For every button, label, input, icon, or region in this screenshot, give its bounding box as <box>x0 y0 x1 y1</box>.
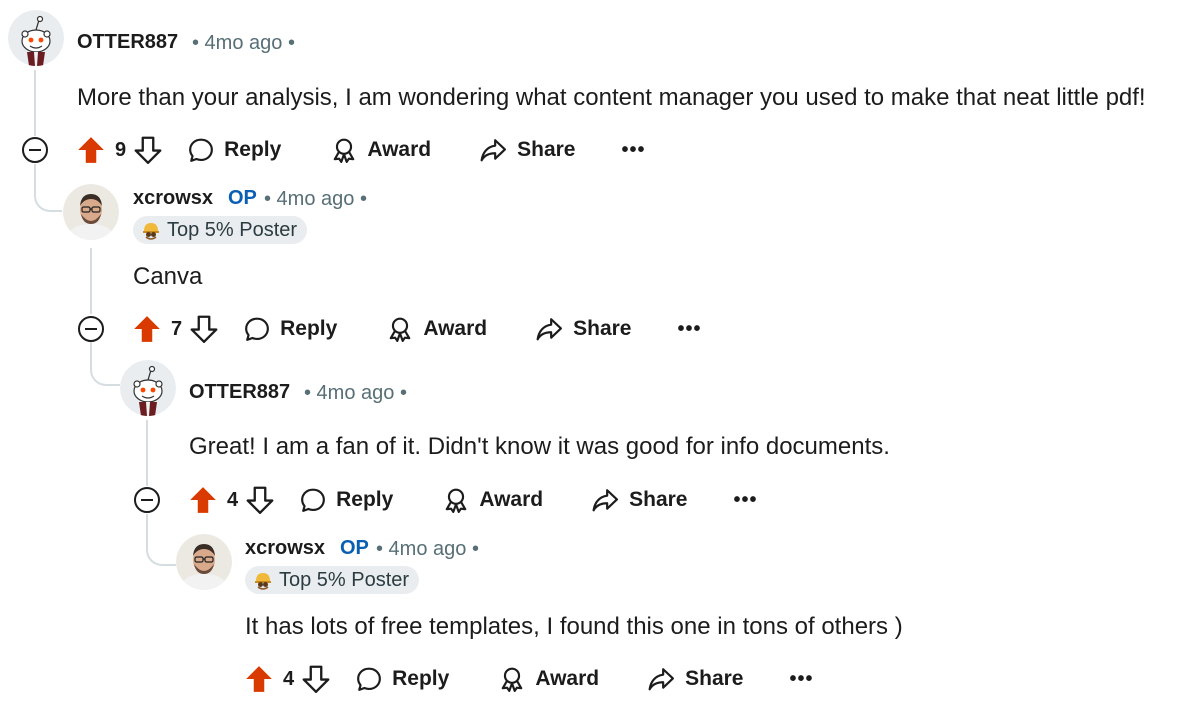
award-icon <box>446 488 467 513</box>
collapse-thread-button[interactable] <box>22 137 48 163</box>
award-button[interactable]: Award <box>387 316 487 342</box>
reply-button[interactable]: Reply <box>244 316 337 342</box>
share-label: Share <box>517 138 576 161</box>
user-flair: Top 5% Poster <box>245 566 420 594</box>
downvote-icon[interactable] <box>190 315 218 343</box>
reply-icon <box>189 138 214 162</box>
comment-body: Great! I am a fan of it. Didn't know it … <box>189 433 890 460</box>
reply-label: Reply <box>336 488 394 511</box>
reply-button[interactable]: Reply <box>188 137 281 163</box>
comment-timestamp[interactable]: • 4mo ago • <box>264 188 367 211</box>
vote-count: 4 <box>283 667 295 690</box>
share-icon <box>480 139 507 162</box>
reply-icon <box>301 488 326 512</box>
award-button[interactable]: Award <box>499 666 599 692</box>
snoo-avatar-icon[interactable] <box>8 10 64 66</box>
comment-timestamp[interactable]: • 4mo ago • <box>192 32 295 55</box>
op-badge: OP <box>228 187 257 209</box>
comment-body: It has lots of free templates, I found t… <box>245 613 903 640</box>
share-label: Share <box>685 667 744 690</box>
award-icon <box>502 667 523 692</box>
reply-icon <box>357 667 382 691</box>
comment-actions: 4 Reply Award Share ••• <box>245 661 814 697</box>
award-icon <box>334 138 355 163</box>
award-label: Award <box>367 138 432 161</box>
thread-connector <box>90 342 120 386</box>
thread-line <box>90 248 92 314</box>
award-label: Award <box>535 667 600 690</box>
share-icon <box>592 489 619 512</box>
upvote-icon[interactable] <box>189 486 217 514</box>
reply-label: Reply <box>224 138 282 161</box>
share-label: Share <box>573 317 632 340</box>
collapse-thread-button[interactable] <box>134 487 160 513</box>
comment-body: More than your analysis, I am wondering … <box>77 84 1146 111</box>
reply-label: Reply <box>280 317 338 340</box>
more-options-button[interactable]: ••• <box>678 318 702 341</box>
award-icon <box>390 317 411 342</box>
vote-count: 4 <box>227 488 239 511</box>
award-label: Award <box>479 488 544 511</box>
reply-button[interactable]: Reply <box>300 487 393 513</box>
thread-line <box>34 70 36 136</box>
award-button[interactable]: Award <box>443 487 543 513</box>
comment-actions: 4 Reply Award Share ••• <box>189 482 758 518</box>
comment-body: Canva <box>133 263 203 290</box>
more-options-button[interactable]: ••• <box>734 489 758 512</box>
comment-actions: 9 Reply Award Share ••• <box>77 132 646 168</box>
share-button[interactable]: Share <box>647 666 744 692</box>
flair-label: Top 5% Poster <box>279 568 410 591</box>
user-photo-avatar[interactable] <box>63 184 119 240</box>
downvote-icon[interactable] <box>134 136 162 164</box>
comment-timestamp[interactable]: • 4mo ago • <box>376 538 479 561</box>
collapse-thread-button[interactable] <box>78 316 104 342</box>
thread-connector <box>34 164 62 212</box>
comment-author[interactable]: OTTER887 <box>77 31 178 54</box>
flair-icon <box>254 572 272 590</box>
reply-icon <box>245 317 270 341</box>
vote-count: 7 <box>171 317 183 340</box>
snoo-avatar-icon[interactable] <box>120 360 176 416</box>
comment-author[interactable]: OTTER887 <box>189 381 290 404</box>
more-options-button[interactable]: ••• <box>790 668 814 691</box>
downvote-icon[interactable] <box>246 486 274 514</box>
reply-button[interactable]: Reply <box>356 666 449 692</box>
award-button[interactable]: Award <box>331 137 431 163</box>
share-button[interactable]: Share <box>479 137 576 163</box>
user-photo-avatar[interactable] <box>176 534 232 590</box>
upvote-icon[interactable] <box>133 315 161 343</box>
comment-actions: 7 Reply Award Share ••• <box>133 311 702 347</box>
thread-line <box>146 420 148 486</box>
flair-label: Top 5% Poster <box>167 218 298 241</box>
share-button[interactable]: Share <box>535 316 632 342</box>
share-label: Share <box>629 488 688 511</box>
upvote-icon[interactable] <box>245 665 273 693</box>
share-icon <box>536 318 563 341</box>
share-button[interactable]: Share <box>591 487 688 513</box>
reply-label: Reply <box>392 667 450 690</box>
flair-icon <box>142 222 160 240</box>
share-icon <box>648 668 675 691</box>
thread-connector <box>146 514 176 566</box>
op-badge: OP <box>340 537 369 559</box>
vote-count: 9 <box>115 138 127 161</box>
upvote-icon[interactable] <box>77 136 105 164</box>
award-label: Award <box>423 317 488 340</box>
comment-timestamp[interactable]: • 4mo ago • <box>304 382 407 405</box>
comment-author[interactable]: xcrowsx <box>133 187 213 210</box>
comment-author[interactable]: xcrowsx <box>245 537 325 560</box>
more-options-button[interactable]: ••• <box>622 139 646 162</box>
user-flair: Top 5% Poster <box>133 216 308 244</box>
downvote-icon[interactable] <box>302 665 330 693</box>
